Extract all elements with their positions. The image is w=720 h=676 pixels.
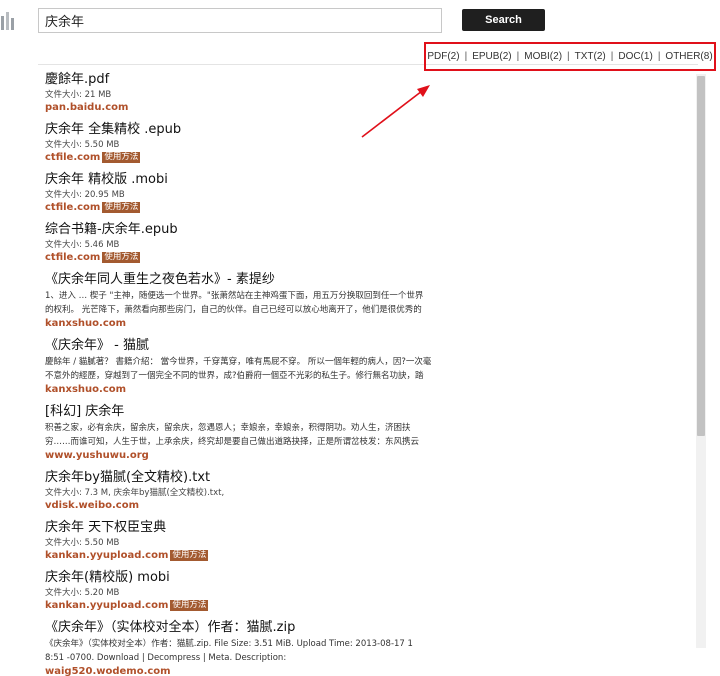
result-snippet-line: 不意外的經歷，穿越到了一個完全不同的世界，成?伯爵府一個亞不光彩的私生子。修行無… xyxy=(45,371,424,381)
filter-separator: | xyxy=(610,51,614,62)
result-source: kanxshuo.com xyxy=(45,383,445,396)
result-source: ctfile.com 使用方法 xyxy=(45,201,445,214)
filter-separator: | xyxy=(567,51,570,62)
result-item: 慶餘年.pdf 文件大小: 21 MB pan.baidu.com xyxy=(45,71,445,114)
result-source: ctfile.com 使用方法 xyxy=(45,151,445,164)
result-source: www.yushuwu.org xyxy=(45,449,445,462)
result-file-size: 文件大小: 7.3 M, 庆余年by猫腻(全文精校).txt, xyxy=(45,488,225,498)
result-title-link[interactable]: 《庆余年》（实体校对全本）作者：猫腻.zip xyxy=(45,619,445,637)
result-item: 庆余年 天下权臣宝典 文件大小: 5.50 MB kankan.yyupload.c… xyxy=(45,519,445,562)
result-snippet-line: 8:51 -0700. Download | Decompress | Meta… xyxy=(45,653,287,663)
results-list: 慶餘年.pdf 文件大小: 21 MB pan.baidu.com 庆余年 全集精校 … xyxy=(45,71,445,676)
result-source-link[interactable]: waig520.wodemo.com xyxy=(45,666,171,676)
result-source-link[interactable]: pan.baidu.com xyxy=(45,102,128,113)
result-source-link[interactable]: ctfile.com xyxy=(45,202,100,213)
result-source: waig520.wodemo.com xyxy=(45,665,445,676)
result-file-size: 文件大小: 5.20 MB xyxy=(45,588,120,598)
result-source-link[interactable]: kanxshuo.com xyxy=(45,318,126,329)
result-item: 综合书籍-庆余年.epub 文件大小: 5.46 MB ctfile.com 使用方法 xyxy=(45,221,445,264)
result-source-link[interactable]: vdisk.weibo.com xyxy=(45,500,139,511)
result-title-link[interactable]: 综合书籍-庆余年.epub xyxy=(45,221,445,239)
result-source: kankan.yyupload.com 使用方法 xyxy=(45,549,445,562)
result-snippet-line: 的权利。 光芒降下，萧然看向那些房门，自己的伙伴。自己已经可以放心地离开了，他们… xyxy=(45,305,422,315)
file-type-filter-bar: PDF(2) | EPUB(2) | MOBI(2) | TXT(2) | DOC(1) | OTH… xyxy=(424,42,716,71)
filter-link-other[interactable]: OTHER(8) xyxy=(665,51,712,62)
result-snippet-line: 《庆余年》（实体校对全本）作者：猫腻.zip. File Size: 3.51 … xyxy=(45,639,413,649)
result-file-size: 文件大小: 5.50 MB xyxy=(45,140,120,150)
result-source-link[interactable]: ctfile.com xyxy=(45,252,100,263)
site-logo-icon xyxy=(1,12,14,30)
filter-link-doc[interactable]: DOC(1) xyxy=(618,51,652,62)
result-item: 庆余年 全集精校 .epub 文件大小: 5.50 MB ctfile.com 使用方… xyxy=(45,121,445,164)
result-source-link[interactable]: ctfile.com xyxy=(45,152,100,163)
result-title-link[interactable]: 《庆余年》 - 猫腻 xyxy=(45,337,445,355)
usage-guide-badge[interactable]: 使用方法 xyxy=(102,202,141,213)
filter-link-mobi[interactable]: MOBI(2) xyxy=(524,51,562,62)
result-snippet-line: 慶餘年 / 貓膩著？ 書籍介紹： 當今世界，千穿萬穿，唯有馬屁不穿。 所以一個年… xyxy=(45,357,432,367)
result-title-link[interactable]: 庆余年(精校版) mobi xyxy=(45,569,445,587)
result-item: 《庆余年》（实体校对全本）作者：猫腻.zip 《庆余年》（实体校对全本）作者：猫腻… xyxy=(45,619,445,676)
result-snippet-line: 积善之家，必有余庆，留余庆，留余庆，忽遇恩人；幸娘亲，幸娘亲，积得阴功。劝人生，… xyxy=(45,423,411,433)
result-source-link[interactable]: www.yushuwu.org xyxy=(45,450,149,461)
result-file-size: 文件大小: 5.50 MB xyxy=(45,538,120,548)
result-item: 《庆余年同人重生之夜色若水》- 素提纱 1、进入 … 楔子 "主神，随便选一个世界… xyxy=(45,271,445,330)
result-title-link[interactable]: 慶餘年.pdf xyxy=(45,71,445,89)
result-source: kanxshuo.com xyxy=(45,317,445,330)
filter-separator: | xyxy=(657,51,661,62)
usage-guide-badge[interactable]: 使用方法 xyxy=(102,252,141,263)
search-button[interactable]: Search xyxy=(462,9,545,31)
result-item: 庆余年(精校版) mobi 文件大小: 5.20 MB kankan.yyuploa… xyxy=(45,569,445,612)
result-item: [科幻] 庆余年积善之家，必有余庆，留余庆，留余庆，忽遇恩人；幸娘亲，幸娘亲，积… xyxy=(45,403,445,462)
result-source-link[interactable]: kankan.yyupload.com xyxy=(45,600,168,611)
result-item: 庆余年by猫腻(全文精校).txt 文件大小: 7.3 M, 庆余年by猫腻(全文… xyxy=(45,469,445,512)
filter-link-txt[interactable]: TXT(2) xyxy=(575,51,606,62)
result-source-link[interactable]: kanxshuo.com xyxy=(45,384,126,395)
filter-link-epub[interactable]: EPUB(2) xyxy=(472,51,511,62)
result-source: ctfile.com 使用方法 xyxy=(45,251,445,264)
result-source: vdisk.weibo.com xyxy=(45,499,445,512)
usage-guide-badge[interactable]: 使用方法 xyxy=(170,600,209,611)
result-title-link[interactable]: 《庆余年同人重生之夜色若水》- 素提纱 xyxy=(45,271,445,289)
result-file-size: 文件大小: 21 MB xyxy=(45,90,112,100)
filter-separator: | xyxy=(516,51,520,62)
scrollbar-thumb[interactable] xyxy=(697,76,705,436)
result-title-link[interactable]: 庆余年 天下权臣宝典 xyxy=(45,519,445,537)
result-file-size: 文件大小: 5.46 MB xyxy=(45,240,120,250)
result-title-link[interactable]: 庆余年 全集精校 .epub xyxy=(45,121,445,139)
usage-guide-badge[interactable]: 使用方法 xyxy=(102,152,141,163)
result-file-size: 文件大小: 20.95 MB xyxy=(45,190,125,200)
result-source: kankan.yyupload.com 使用方法 xyxy=(45,599,445,612)
result-title-link[interactable]: 庆余年by猫腻(全文精校).txt xyxy=(45,469,445,487)
usage-guide-badge[interactable]: 使用方法 xyxy=(170,550,209,561)
result-title-link[interactable]: [科幻] 庆余年 xyxy=(45,403,445,421)
result-snippet-line: 穷……而谁可知，人生于世，上承余庆，终究却是要自己做出道路抉择，正是所谓岔枝发：… xyxy=(45,437,420,447)
result-item: 《庆余年》 - 猫腻慶餘年 / 貓膩著？ 書籍介紹： 當今世界，千穿萬穿，唯有馬… xyxy=(45,337,445,396)
filter-link-pdf[interactable]: PDF(2) xyxy=(427,51,459,62)
scrollbar[interactable] xyxy=(696,74,706,648)
result-snippet-line: 1、进入 … 楔子 "主神，随便选一个世界。"张萧然站在主神鸡蛋下面，用五万分换… xyxy=(45,291,424,301)
filter-separator: | xyxy=(464,51,468,62)
search-input[interactable] xyxy=(38,8,442,33)
result-source: pan.baidu.com xyxy=(45,101,445,114)
result-item: 庆余年 精校版 .mobi 文件大小: 20.95 MB ctfile.com 使用方… xyxy=(45,171,445,214)
result-source-link[interactable]: kankan.yyupload.com xyxy=(45,550,168,561)
result-title-link[interactable]: 庆余年 精校版 .mobi xyxy=(45,171,445,189)
